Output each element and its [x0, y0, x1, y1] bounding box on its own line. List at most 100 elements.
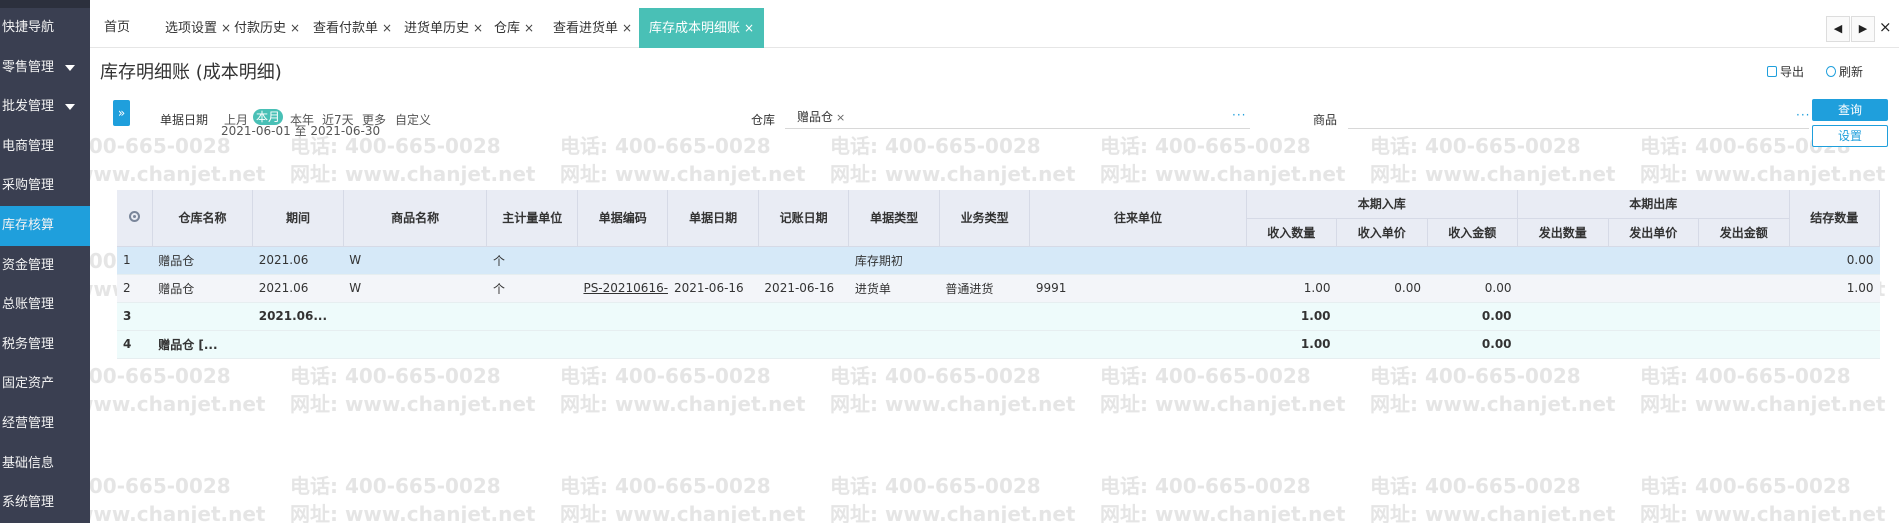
tab[interactable]: 查看付款单 ×	[313, 8, 392, 48]
gear-icon[interactable]	[128, 210, 140, 222]
header-out-qty[interactable]: 发出数量	[1517, 218, 1609, 247]
column-settings-header[interactable]	[117, 190, 153, 247]
tab[interactable]: 选项设置 ×	[165, 8, 231, 48]
header-out-amount[interactable]: 发出金额	[1698, 218, 1790, 247]
sidebar-item[interactable]: 快捷导航	[0, 8, 90, 48]
sidebar-item[interactable]: 基础信息	[0, 444, 90, 484]
tab-close-icon[interactable]: ×	[290, 21, 300, 35]
sidebar-item[interactable]: 税务管理	[0, 325, 90, 365]
watermark-site: 网址: www.chanjet.net	[1100, 162, 1346, 186]
header-in-qty[interactable]: 收入数量	[1246, 218, 1338, 247]
tab-label: 查看进货单	[553, 21, 619, 36]
header-goods[interactable]: 商品名称	[343, 190, 488, 247]
sidebar-item[interactable]: 固定资产	[0, 364, 90, 404]
header-out-price[interactable]: 发出单价	[1608, 218, 1699, 247]
cell-doc-type	[848, 302, 940, 331]
date-quick-option[interactable]: 自定义	[395, 111, 431, 128]
date-range-text[interactable]: 2021-06-01 至 2021-06-30	[221, 122, 380, 139]
cell-in-amount: 0.00	[1427, 302, 1518, 331]
tab-close-icon[interactable]: ×	[622, 21, 632, 35]
sidebar-item[interactable]: 系统管理	[0, 483, 90, 523]
header-in-price[interactable]: 收入单价	[1336, 218, 1428, 247]
tab[interactable]: 库存成本明细账 ×	[639, 8, 765, 48]
tab-close-icon[interactable]: ×	[524, 21, 534, 35]
sidebar-item[interactable]: 库存核算	[0, 205, 90, 246]
cell-in-amount: 0.00	[1427, 274, 1518, 303]
close-all-tabs-icon[interactable]: ×	[1879, 18, 1892, 36]
cell-warehouse	[152, 302, 253, 331]
query-button[interactable]: 查询	[1812, 99, 1888, 121]
cell-partner	[1029, 246, 1247, 275]
watermark-phone: 电话: 400-665-0028	[90, 134, 231, 158]
sidebar-item[interactable]: 采购管理	[0, 166, 90, 206]
header-balance-qty[interactable]: 结存数量	[1789, 190, 1880, 247]
cell-biz-type	[939, 330, 1030, 359]
sidebar-item[interactable]: 批发管理	[0, 87, 90, 127]
cell-doc-no[interactable]: PS-20210616-	[577, 274, 668, 303]
cell-partner	[1029, 302, 1247, 331]
warehouse-more-button[interactable]: ···	[1232, 108, 1246, 122]
cell-doc-date: 2021-06-16	[667, 274, 759, 303]
watermark-phone: 电话: 400-665-0028	[1370, 474, 1581, 498]
tab-scroll-right-button[interactable]: ▶	[1851, 16, 1875, 42]
sidebar-item[interactable]: 电商管理	[0, 127, 90, 167]
tab[interactable]: 查看进货单 ×	[553, 8, 632, 48]
tab[interactable]: 首页	[104, 8, 130, 48]
watermark-phone: 电话: 400-665-0028	[560, 134, 771, 158]
cell-no: 1	[117, 246, 153, 275]
header-biz-type[interactable]: 业务类型	[939, 190, 1031, 247]
tab-label: 仓库	[494, 21, 521, 36]
header-period[interactable]: 期间	[252, 190, 344, 247]
tab-scroll-left-button[interactable]: ◀	[1826, 16, 1850, 42]
warehouse-chip-label: 赠品仓	[797, 110, 834, 124]
table-row[interactable]: 4 赠品仓 [... 1.00 0.00	[117, 330, 1880, 359]
watermark-phone: 电话: 400-665-0028	[1640, 474, 1851, 498]
cell-post-date	[758, 330, 849, 359]
tab-close-icon[interactable]: ×	[221, 21, 231, 35]
cell-biz-type	[939, 302, 1030, 331]
cell-goods	[343, 302, 487, 331]
tab-close-icon[interactable]: ×	[382, 21, 392, 35]
refresh-button[interactable]: 刷新	[1826, 63, 1863, 80]
sidebar-item[interactable]: 总账管理	[0, 285, 90, 325]
sidebar-item[interactable]: 经营管理	[0, 404, 90, 444]
tab-bar: 首页 选项设置 × 付款历史 × 查看付款单 × 进货单历史 × 仓库 × 查看进货单 × 库存成本明细账…	[90, 0, 1899, 48]
settings-button[interactable]: 设置	[1812, 125, 1888, 147]
expand-filters-button[interactable]: »	[113, 100, 130, 126]
watermark-site: 网址: www.chanjet.net	[1640, 162, 1886, 186]
tab[interactable]: 付款历史 ×	[234, 8, 300, 48]
tab-label: 首页	[104, 20, 131, 35]
cell-doc-date	[667, 302, 759, 331]
header-post-date[interactable]: 记账日期	[758, 190, 850, 247]
watermark-site: 网址: www.chanjet.net	[290, 392, 536, 416]
header-doc-type[interactable]: 单据类型	[848, 190, 940, 247]
table-row[interactable]: 3 2021.06... 1.00 0.00	[117, 302, 1880, 331]
tab-close-icon[interactable]: ×	[744, 21, 754, 35]
warehouse-field-underline	[785, 128, 1250, 129]
tab-label: 进货单历史	[404, 21, 470, 36]
sidebar-item[interactable]: 资金管理	[0, 246, 90, 286]
sidebar-item-label: 系统管理	[2, 495, 55, 511]
tab-close-icon[interactable]: ×	[473, 21, 483, 35]
table-row[interactable]: 1 赠品仓 2021.06 W 个 库存期初 0.00	[117, 246, 1880, 275]
header-unit[interactable]: 主计量单位	[486, 190, 578, 247]
tab[interactable]: 进货单历史 ×	[404, 8, 483, 48]
watermark-phone: 电话: 400-665-0028	[90, 364, 231, 388]
header-doc-date[interactable]: 单据日期	[667, 190, 759, 247]
table-row[interactable]: 2 赠品仓 2021.06 W 个 PS-20210616- 2021-06-16 2021-…	[117, 274, 1880, 303]
cell-partner	[1029, 330, 1247, 359]
header-doc-no[interactable]: 单据编码	[577, 190, 669, 247]
watermark-site: 网址: www.chanjet.net	[1640, 502, 1886, 523]
header-in-amount[interactable]: 收入金额	[1427, 218, 1519, 247]
header-warehouse[interactable]: 仓库名称	[152, 190, 254, 247]
sidebar-item[interactable]: 零售管理	[0, 48, 90, 88]
warehouse-chip[interactable]: 赠品仓 ×	[797, 108, 845, 125]
goods-more-button[interactable]: ···	[1796, 108, 1810, 122]
export-button[interactable]: 导出	[1767, 63, 1804, 80]
tab-label: 付款历史	[234, 21, 287, 36]
header-partner[interactable]: 往来单位	[1029, 190, 1247, 247]
cell-unit: 个	[486, 246, 578, 275]
remove-chip-icon[interactable]: ×	[836, 111, 845, 124]
goods-field-underline[interactable]	[1348, 128, 1809, 129]
tab[interactable]: 仓库 ×	[494, 8, 534, 48]
